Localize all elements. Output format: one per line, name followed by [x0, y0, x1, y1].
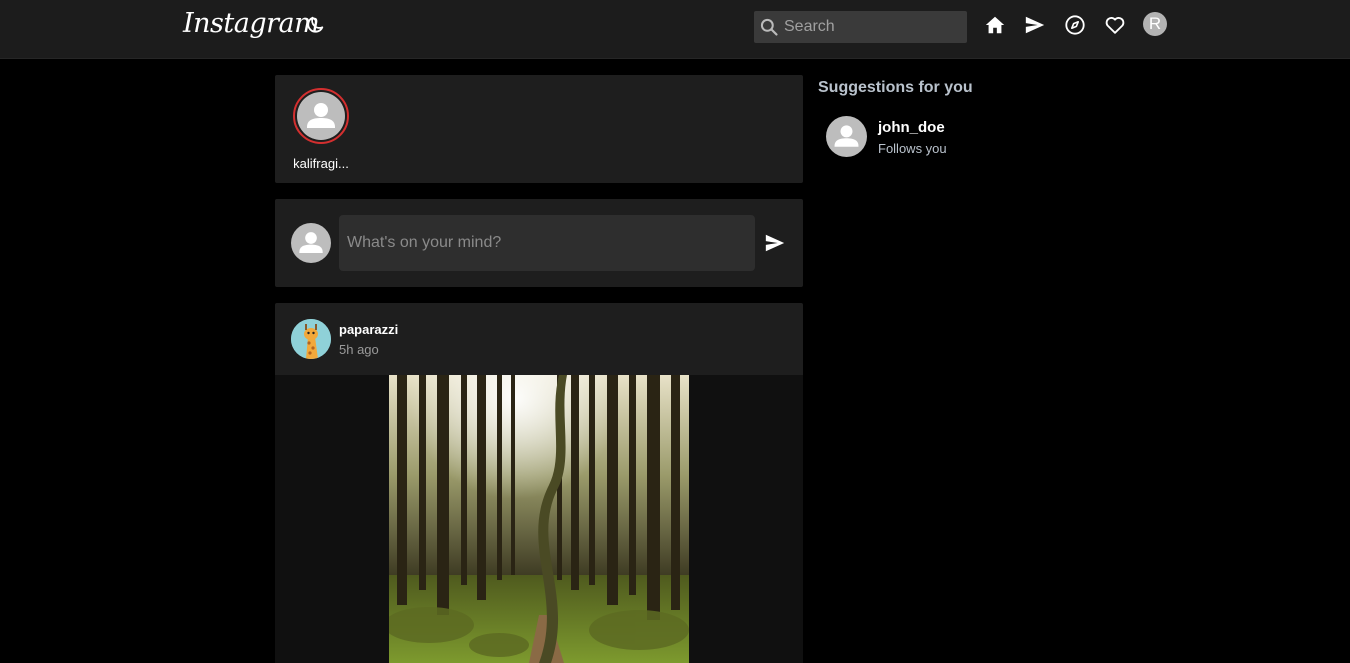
suggestion-username[interactable]: john_doe: [878, 119, 945, 136]
search-input[interactable]: [784, 18, 954, 36]
post-header: paparazzi 5h ago: [275, 303, 803, 375]
suggestion-item[interactable]: john_doe Follows you: [826, 116, 1026, 160]
story-ring: [293, 88, 349, 144]
post-media: [275, 375, 803, 663]
profile-avatar[interactable]: R: [1143, 12, 1167, 36]
instagram-logo[interactable]: Instagram: [183, 8, 320, 39]
story-username: kalifragi...: [293, 156, 349, 171]
feed-post: paparazzi 5h ago: [275, 303, 803, 663]
post-timestamp: 5h ago: [339, 342, 379, 357]
suggestion-subtitle: Follows you: [878, 141, 947, 156]
compass-icon[interactable]: [1063, 13, 1087, 37]
post-username[interactable]: paparazzi: [339, 322, 398, 337]
default-avatar-icon: [291, 223, 331, 263]
post-photo[interactable]: [389, 375, 689, 663]
top-navbar: Instagram R: [0, 0, 1350, 59]
default-avatar-icon: [297, 92, 345, 140]
post-composer: [275, 199, 803, 287]
composer-input[interactable]: [339, 215, 755, 271]
stories-bar: kalifragi...: [275, 75, 803, 183]
home-icon[interactable]: [983, 13, 1007, 37]
giraffe-avatar-icon[interactable]: [291, 319, 331, 359]
search-box[interactable]: [754, 11, 967, 43]
moon-icon[interactable]: [304, 14, 326, 36]
search-icon: [754, 11, 784, 43]
story-item[interactable]: kalifragi...: [291, 88, 351, 171]
heart-icon[interactable]: [1103, 13, 1127, 37]
default-avatar-icon[interactable]: [826, 116, 867, 157]
send-post-icon[interactable]: [763, 231, 787, 255]
suggestions-title: Suggestions for you: [818, 79, 973, 96]
send-icon[interactable]: [1023, 13, 1047, 37]
